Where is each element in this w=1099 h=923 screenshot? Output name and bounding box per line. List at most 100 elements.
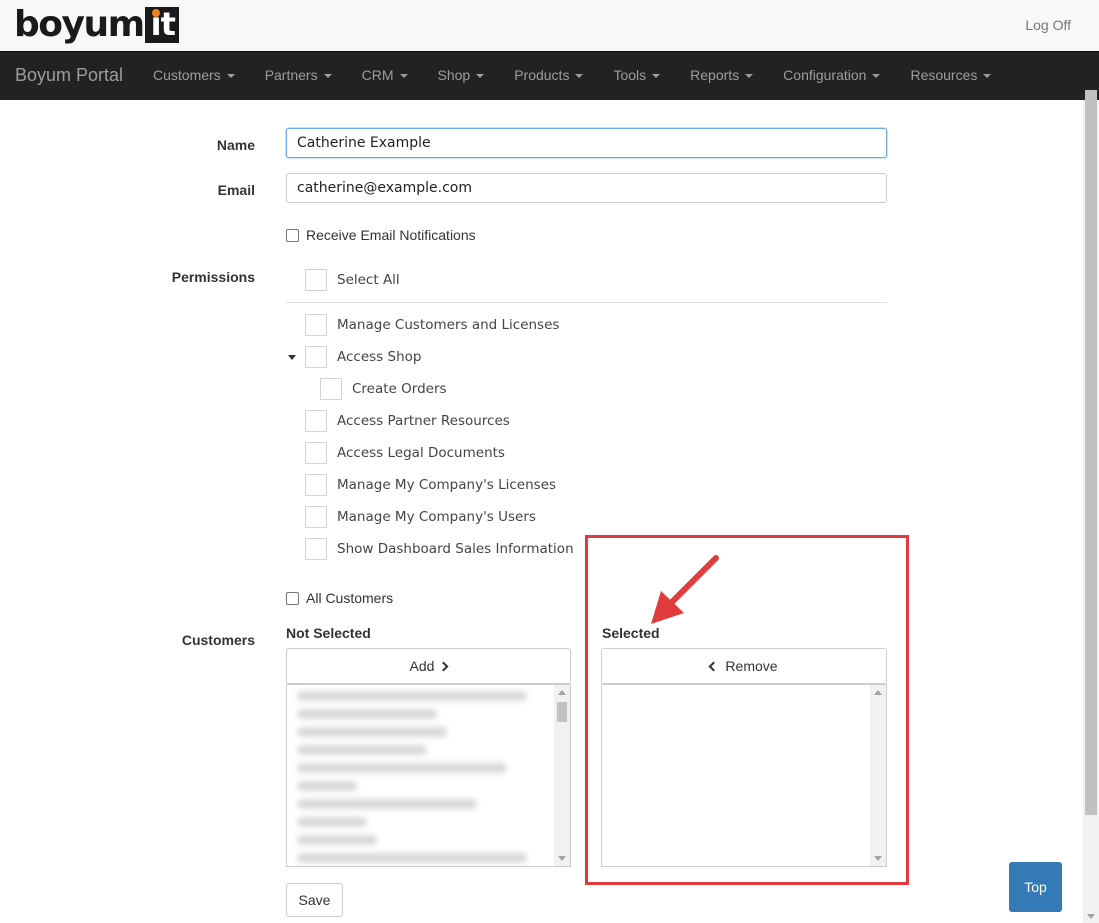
customers-label: Customers — [181, 632, 255, 648]
permission-label: Access Partner Resources — [337, 413, 510, 429]
caret-down-icon — [476, 74, 485, 79]
select-all-label: Select All — [337, 272, 400, 288]
nav-menu: Customers Partners CRM Shop Products Too… — [138, 52, 1006, 101]
permission-checkbox[interactable] — [305, 506, 327, 528]
save-button[interactable]: Save — [286, 883, 343, 917]
redacted-list-item[interactable] — [297, 709, 437, 719]
back-to-top-button[interactable]: Top — [1009, 862, 1062, 912]
nav-item-partners[interactable]: Partners — [250, 52, 347, 101]
tree-expand-caret-icon[interactable] — [288, 355, 296, 360]
permission-checkbox[interactable] — [305, 474, 327, 496]
not-selected-scrollbar-thumb[interactable] — [557, 702, 567, 722]
caret-down-icon — [399, 74, 408, 79]
nav-item-label: Configuration — [783, 67, 867, 83]
permission-item[interactable]: Access Partner Resources — [305, 410, 510, 432]
email-label: Email — [217, 182, 255, 198]
logoff-link[interactable]: Log Off — [1025, 17, 1071, 33]
caret-down-icon — [226, 74, 235, 79]
permission-checkbox[interactable] — [305, 538, 327, 560]
all-customers-checkbox[interactable] — [286, 591, 299, 605]
nav-item-label: Products — [514, 67, 570, 83]
permission-checkbox[interactable] — [320, 378, 342, 400]
caret-down-icon — [323, 74, 332, 79]
nav-item-reports[interactable]: Reports — [675, 52, 768, 101]
page-scrollbar[interactable] — [1083, 90, 1099, 923]
permission-item[interactable]: Access Shop — [305, 346, 421, 368]
nav-item-tools[interactable]: Tools — [598, 52, 675, 101]
select-all-checkbox[interactable] — [305, 269, 327, 291]
nav-item-label: Resources — [910, 67, 978, 83]
permission-subitem[interactable]: Create Orders — [320, 378, 447, 400]
select-all-row[interactable]: Select All — [305, 269, 400, 291]
not-selected-title: Not Selected — [286, 625, 371, 641]
permission-item[interactable]: Manage My Company's Licenses — [305, 474, 556, 496]
permission-label: Access Shop — [337, 349, 422, 365]
permissions-label: Permissions — [171, 269, 255, 285]
receive-notifications-row[interactable]: Receive Email Notifications — [286, 227, 476, 243]
chevron-right-icon — [439, 661, 449, 671]
permission-item[interactable]: Access Legal Documents — [305, 442, 505, 464]
nav-item-label: Reports — [690, 67, 740, 83]
permission-checkbox[interactable] — [305, 442, 327, 464]
redacted-list-item[interactable] — [297, 763, 507, 773]
redacted-list-item[interactable] — [297, 817, 367, 827]
permission-label: Show Dashboard Sales Information — [337, 541, 574, 557]
nav-item-label: Shop — [437, 67, 471, 83]
permission-label: Manage My Company's Licenses — [337, 477, 557, 493]
nav-item-label: Partners — [264, 67, 318, 83]
all-customers-label: All Customers — [306, 590, 394, 606]
all-customers-row[interactable]: All Customers — [286, 590, 393, 606]
permission-label: Access Legal Documents — [337, 445, 505, 461]
boyum-logo[interactable]: boyum it — [14, 4, 179, 44]
name-input[interactable]: Catherine Example — [286, 128, 887, 158]
redacted-list-item[interactable] — [297, 853, 527, 863]
nav-item-label: CRM — [361, 67, 394, 83]
permission-label: Create Orders — [352, 381, 447, 397]
redacted-list-item[interactable] — [297, 781, 357, 791]
permission-label: Manage My Company's Users — [337, 509, 536, 525]
scroll-down-arrow-icon[interactable] — [558, 856, 566, 861]
nav-item-customers[interactable]: Customers — [138, 52, 250, 101]
annotation-arrow-icon — [651, 555, 719, 624]
top-header: boyum it Log Off — [0, 0, 1099, 51]
redacted-list-item[interactable] — [297, 727, 447, 737]
nav-item-configuration[interactable]: Configuration — [768, 52, 895, 101]
main-navbar: Boyum Portal Customers Partners CRM Shop… — [0, 51, 1099, 100]
page-scrollbar-thumb[interactable] — [1085, 90, 1097, 815]
receive-notifications-checkbox[interactable] — [286, 228, 299, 242]
nav-item-crm[interactable]: CRM — [347, 52, 423, 101]
redacted-list-item[interactable] — [297, 799, 477, 809]
logo-text: boyum — [14, 4, 145, 45]
caret-down-icon — [983, 74, 992, 79]
scroll-down-arrow-icon[interactable] — [1087, 914, 1095, 919]
nav-item-shop[interactable]: Shop — [423, 52, 500, 101]
logo-dot — [151, 9, 160, 17]
permission-item[interactable]: Manage Customers and Licenses — [305, 314, 559, 336]
redacted-list-item[interactable] — [297, 745, 427, 755]
annotation-highlight-box — [585, 535, 909, 885]
not-selected-scrollbar[interactable] — [554, 685, 570, 866]
name-label: Name — [216, 137, 255, 153]
permission-checkbox[interactable] — [305, 346, 327, 368]
caret-down-icon — [575, 74, 584, 79]
permission-item[interactable]: Manage My Company's Users — [305, 506, 536, 528]
logo-badge: it — [144, 7, 179, 43]
caret-down-icon — [872, 74, 881, 79]
redacted-list-item[interactable] — [297, 691, 527, 701]
permission-label: Manage Customers and Licenses — [337, 317, 560, 333]
redacted-list-item[interactable] — [297, 835, 377, 845]
email-input[interactable]: catherine@example.com — [286, 173, 887, 203]
nav-item-label: Customers — [153, 67, 221, 83]
permission-item[interactable]: Show Dashboard Sales Information — [305, 538, 574, 560]
not-selected-listbox[interactable] — [286, 684, 571, 867]
permission-checkbox[interactable] — [305, 314, 327, 336]
caret-down-icon — [745, 74, 754, 79]
navbar-brand[interactable]: Boyum Portal — [15, 65, 123, 86]
add-button[interactable]: Add — [286, 648, 571, 684]
scroll-up-arrow-icon[interactable] — [558, 690, 566, 695]
nav-item-products[interactable]: Products — [499, 52, 598, 101]
permissions-divider — [286, 302, 887, 303]
add-button-label: Add — [409, 658, 435, 674]
nav-item-resources[interactable]: Resources — [895, 52, 1006, 101]
permission-checkbox[interactable] — [305, 410, 327, 432]
